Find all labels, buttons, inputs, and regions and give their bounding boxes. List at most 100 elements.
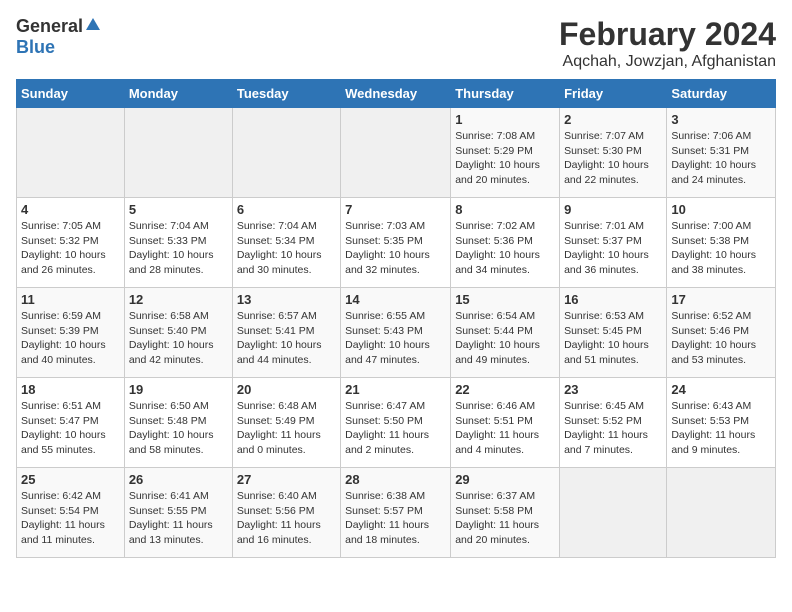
day-number: 2 <box>564 112 662 127</box>
day-info: Sunrise: 7:07 AM Sunset: 5:30 PM Dayligh… <box>564 129 662 188</box>
day-info: Sunrise: 6:42 AM Sunset: 5:54 PM Dayligh… <box>21 489 120 548</box>
day-number: 11 <box>21 292 120 307</box>
day-info: Sunrise: 6:59 AM Sunset: 5:39 PM Dayligh… <box>21 309 120 368</box>
day-info: Sunrise: 7:00 AM Sunset: 5:38 PM Dayligh… <box>671 219 771 278</box>
day-number: 5 <box>129 202 228 217</box>
day-number: 23 <box>564 382 662 397</box>
calendar-cell: 22 Sunrise: 6:46 AM Sunset: 5:51 PM Dayli… <box>451 378 560 468</box>
logo-general: General <box>16 16 83 37</box>
location-title: Aqchah, Jowzjan, Afghanistan <box>559 53 776 71</box>
calendar-cell: 24 Sunrise: 6:43 AM Sunset: 5:53 PM Dayli… <box>667 378 776 468</box>
column-header-tuesday: Tuesday <box>232 80 340 108</box>
day-number: 21 <box>345 382 446 397</box>
calendar-cell: 19 Sunrise: 6:50 AM Sunset: 5:48 PM Dayli… <box>124 378 232 468</box>
day-info: Sunrise: 7:08 AM Sunset: 5:29 PM Dayligh… <box>455 129 555 188</box>
day-info: Sunrise: 6:55 AM Sunset: 5:43 PM Dayligh… <box>345 309 446 368</box>
day-info: Sunrise: 6:40 AM Sunset: 5:56 PM Dayligh… <box>237 489 336 548</box>
column-header-monday: Monday <box>124 80 232 108</box>
day-number: 29 <box>455 472 555 487</box>
day-info: Sunrise: 6:48 AM Sunset: 5:49 PM Dayligh… <box>237 399 336 458</box>
day-info: Sunrise: 6:37 AM Sunset: 5:58 PM Dayligh… <box>455 489 555 548</box>
day-number: 7 <box>345 202 446 217</box>
day-info: Sunrise: 6:38 AM Sunset: 5:57 PM Dayligh… <box>345 489 446 548</box>
column-header-friday: Friday <box>560 80 667 108</box>
calendar-cell: 23 Sunrise: 6:45 AM Sunset: 5:52 PM Dayli… <box>560 378 667 468</box>
day-info: Sunrise: 6:53 AM Sunset: 5:45 PM Dayligh… <box>564 309 662 368</box>
calendar-table: SundayMondayTuesdayWednesdayThursdayFrid… <box>16 79 776 558</box>
day-number: 19 <box>129 382 228 397</box>
calendar-week-row: 25 Sunrise: 6:42 AM Sunset: 5:54 PM Dayli… <box>17 468 776 558</box>
calendar-week-row: 11 Sunrise: 6:59 AM Sunset: 5:39 PM Dayli… <box>17 288 776 378</box>
calendar-cell: 20 Sunrise: 6:48 AM Sunset: 5:49 PM Dayli… <box>232 378 340 468</box>
month-title: February 2024 <box>559 16 776 53</box>
day-number: 6 <box>237 202 336 217</box>
calendar-cell: 3 Sunrise: 7:06 AM Sunset: 5:31 PM Daylig… <box>667 108 776 198</box>
calendar-cell: 18 Sunrise: 6:51 AM Sunset: 5:47 PM Dayli… <box>17 378 125 468</box>
calendar-cell <box>341 108 451 198</box>
day-number: 25 <box>21 472 120 487</box>
day-info: Sunrise: 6:41 AM Sunset: 5:55 PM Dayligh… <box>129 489 228 548</box>
calendar-week-row: 18 Sunrise: 6:51 AM Sunset: 5:47 PM Dayli… <box>17 378 776 468</box>
day-number: 28 <box>345 472 446 487</box>
day-number: 27 <box>237 472 336 487</box>
calendar-cell: 27 Sunrise: 6:40 AM Sunset: 5:56 PM Dayli… <box>232 468 340 558</box>
logo: General Blue <box>16 16 102 58</box>
calendar-cell <box>17 108 125 198</box>
day-info: Sunrise: 6:50 AM Sunset: 5:48 PM Dayligh… <box>129 399 228 458</box>
calendar-cell: 8 Sunrise: 7:02 AM Sunset: 5:36 PM Daylig… <box>451 198 560 288</box>
logo-blue: Blue <box>16 37 55 58</box>
calendar-cell <box>560 468 667 558</box>
calendar-cell: 1 Sunrise: 7:08 AM Sunset: 5:29 PM Daylig… <box>451 108 560 198</box>
day-number: 26 <box>129 472 228 487</box>
day-info: Sunrise: 6:57 AM Sunset: 5:41 PM Dayligh… <box>237 309 336 368</box>
calendar-cell: 2 Sunrise: 7:07 AM Sunset: 5:30 PM Daylig… <box>560 108 667 198</box>
calendar-week-row: 1 Sunrise: 7:08 AM Sunset: 5:29 PM Daylig… <box>17 108 776 198</box>
day-number: 3 <box>671 112 771 127</box>
day-number: 1 <box>455 112 555 127</box>
day-number: 22 <box>455 382 555 397</box>
column-header-saturday: Saturday <box>667 80 776 108</box>
calendar-cell: 10 Sunrise: 7:00 AM Sunset: 5:38 PM Dayli… <box>667 198 776 288</box>
day-number: 8 <box>455 202 555 217</box>
day-number: 18 <box>21 382 120 397</box>
calendar-cell: 11 Sunrise: 6:59 AM Sunset: 5:39 PM Dayli… <box>17 288 125 378</box>
day-info: Sunrise: 7:06 AM Sunset: 5:31 PM Dayligh… <box>671 129 771 188</box>
calendar-cell: 16 Sunrise: 6:53 AM Sunset: 5:45 PM Dayli… <box>560 288 667 378</box>
calendar-header-row: SundayMondayTuesdayWednesdayThursdayFrid… <box>17 80 776 108</box>
day-number: 13 <box>237 292 336 307</box>
column-header-thursday: Thursday <box>451 80 560 108</box>
calendar-week-row: 4 Sunrise: 7:05 AM Sunset: 5:32 PM Daylig… <box>17 198 776 288</box>
calendar-cell: 29 Sunrise: 6:37 AM Sunset: 5:58 PM Dayli… <box>451 468 560 558</box>
calendar-cell: 25 Sunrise: 6:42 AM Sunset: 5:54 PM Dayli… <box>17 468 125 558</box>
day-number: 4 <box>21 202 120 217</box>
logo-icon <box>84 16 102 34</box>
day-info: Sunrise: 6:45 AM Sunset: 5:52 PM Dayligh… <box>564 399 662 458</box>
day-info: Sunrise: 6:46 AM Sunset: 5:51 PM Dayligh… <box>455 399 555 458</box>
day-number: 20 <box>237 382 336 397</box>
day-info: Sunrise: 7:05 AM Sunset: 5:32 PM Dayligh… <box>21 219 120 278</box>
day-info: Sunrise: 6:58 AM Sunset: 5:40 PM Dayligh… <box>129 309 228 368</box>
calendar-cell: 14 Sunrise: 6:55 AM Sunset: 5:43 PM Dayli… <box>341 288 451 378</box>
calendar-cell <box>124 108 232 198</box>
day-info: Sunrise: 7:04 AM Sunset: 5:34 PM Dayligh… <box>237 219 336 278</box>
day-info: Sunrise: 6:43 AM Sunset: 5:53 PM Dayligh… <box>671 399 771 458</box>
day-info: Sunrise: 6:51 AM Sunset: 5:47 PM Dayligh… <box>21 399 120 458</box>
day-number: 14 <box>345 292 446 307</box>
calendar-cell: 15Sunrise: 6:54 AM Sunset: 5:44 PM Dayli… <box>451 288 560 378</box>
column-header-wednesday: Wednesday <box>341 80 451 108</box>
day-info: Sunrise: 7:04 AM Sunset: 5:33 PM Dayligh… <box>129 219 228 278</box>
calendar-cell <box>667 468 776 558</box>
calendar-cell: 5 Sunrise: 7:04 AM Sunset: 5:33 PM Daylig… <box>124 198 232 288</box>
calendar-cell: 28 Sunrise: 6:38 AM Sunset: 5:57 PM Dayli… <box>341 468 451 558</box>
calendar-cell: 17Sunrise: 6:52 AM Sunset: 5:46 PM Dayli… <box>667 288 776 378</box>
day-number: 15 <box>455 292 555 307</box>
day-number: 17 <box>671 292 771 307</box>
calendar-cell: 13 Sunrise: 6:57 AM Sunset: 5:41 PM Dayli… <box>232 288 340 378</box>
day-info: Sunrise: 7:02 AM Sunset: 5:36 PM Dayligh… <box>455 219 555 278</box>
day-number: 12 <box>129 292 228 307</box>
day-number: 16 <box>564 292 662 307</box>
day-info: Sunrise: 7:03 AM Sunset: 5:35 PM Dayligh… <box>345 219 446 278</box>
day-number: 24 <box>671 382 771 397</box>
title-area: February 2024 Aqchah, Jowzjan, Afghanist… <box>559 16 776 71</box>
day-number: 10 <box>671 202 771 217</box>
